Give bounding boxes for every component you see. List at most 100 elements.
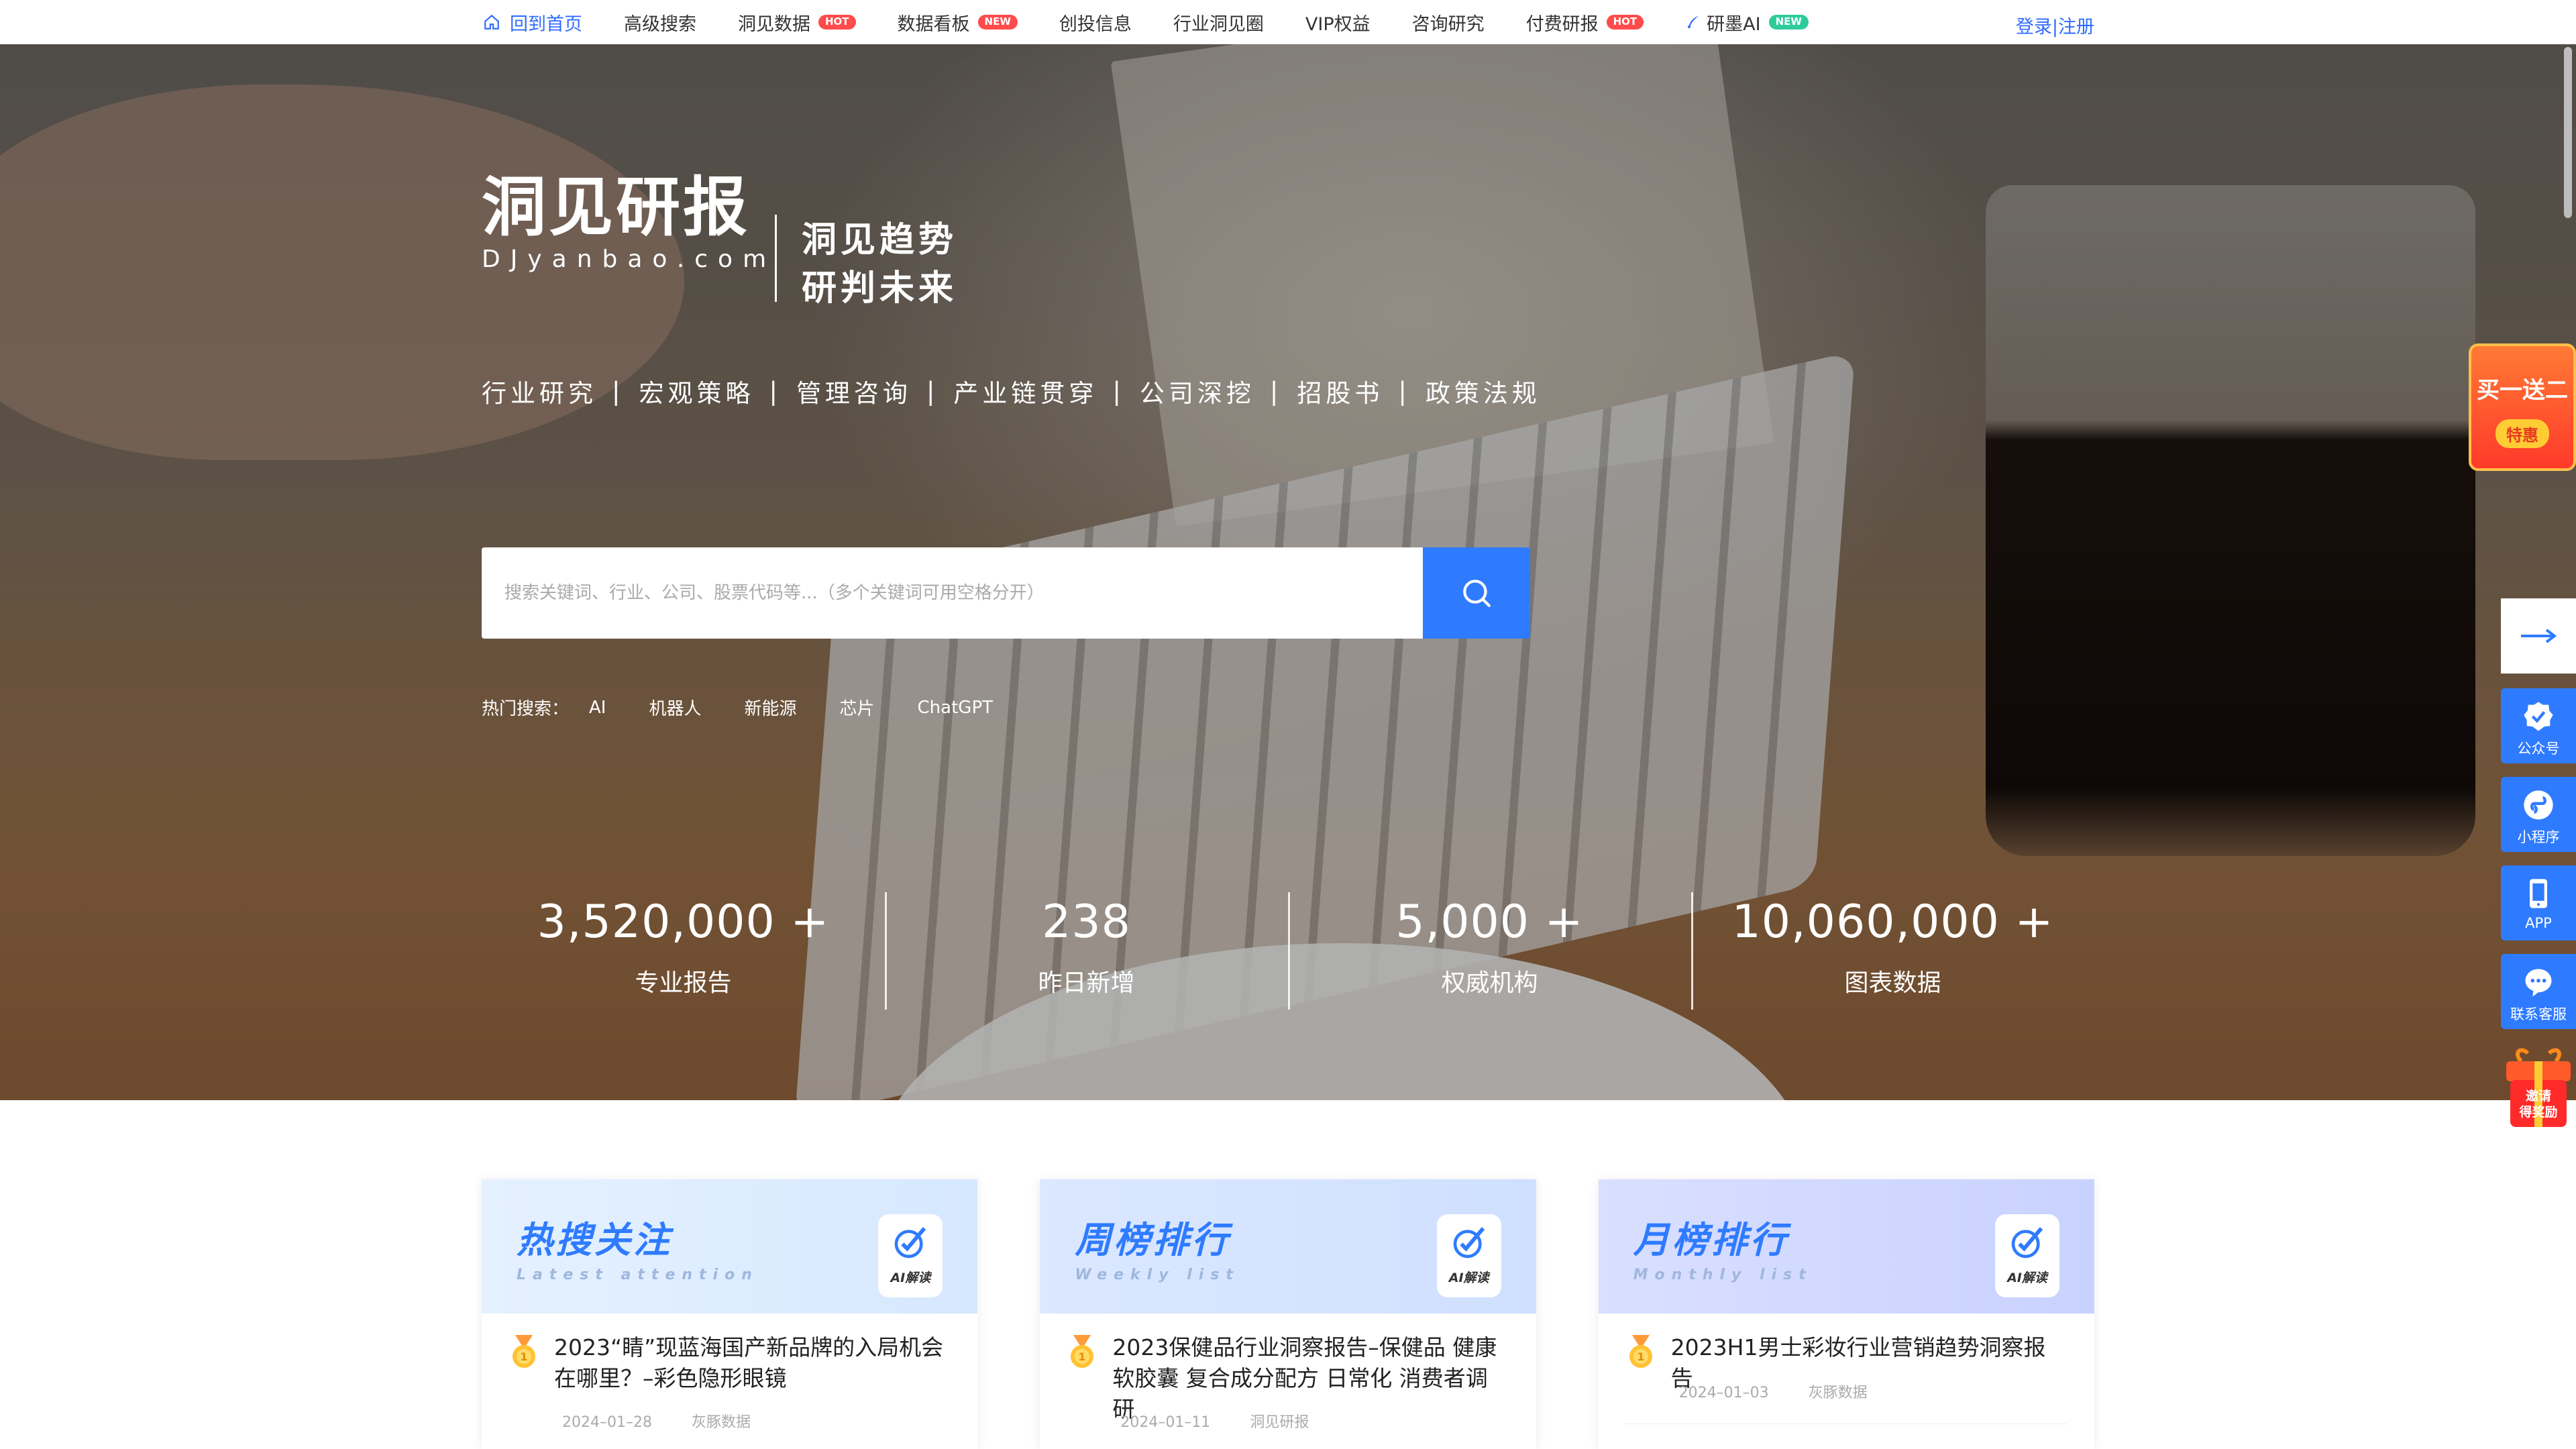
ai-interpret-button[interactable]: AI解读	[878, 1214, 943, 1297]
scrollbar-thumb[interactable]	[2564, 47, 2572, 218]
gift-label: 邀请 得奖励	[2501, 1088, 2576, 1120]
ranking-card-hot: 热搜关注 Latest attention AI解读 1 2023“睛”现蓝海国…	[482, 1179, 978, 1449]
nav-item-consulting[interactable]: 咨询研究	[1412, 9, 1485, 36]
nav-item-advanced-search[interactable]: 高级搜索	[624, 9, 696, 36]
nav-menu: 回到首页 高级搜索 洞见数据 HOT 数据看板 NEW 创投信息 行业洞见圈 V…	[483, 0, 1850, 44]
ranking-card-monthly: 月榜排行 Monthly list AI解读 1 2023H1男士彩妆行业营销趋…	[1598, 1179, 2094, 1449]
card-header: 周榜排行 Weekly list AI解读	[1040, 1179, 1536, 1313]
ai-check-icon	[1453, 1227, 1485, 1258]
promo-badge[interactable]: 买一送二 特惠	[2469, 343, 2576, 471]
nav-item-paid-reports[interactable]: 付费研报 HOT	[1526, 9, 1644, 36]
nav-item-dashboard[interactable]: 数据看板 NEW	[898, 9, 1018, 36]
nav-item-venture[interactable]: 创投信息	[1059, 9, 1132, 36]
stat-label: 权威机构	[1441, 969, 1538, 997]
ai-interpret-button[interactable]: AI解读	[1994, 1214, 2059, 1297]
side-button-label: 小程序	[2517, 829, 2560, 845]
category-link[interactable]: 招股书	[1297, 373, 1383, 409]
search-icon	[1463, 580, 1491, 607]
item-date: 2024–01–03	[1678, 1385, 1769, 1401]
customer-service-button[interactable]: 联系客服	[2501, 954, 2576, 1029]
stats-bar: 3,520,000 + 专业报告 238 昨日新增 5,000 + 权威机构 1…	[482, 892, 2094, 1013]
search-box	[482, 547, 1424, 639]
stat-item: 5,000 + 权威机构	[1288, 892, 1691, 1013]
svg-text:1: 1	[520, 1350, 527, 1363]
nav-item-label: 研墨AI	[1707, 13, 1761, 35]
site-logo[interactable]: 洞见研报 DJyanbao.com	[482, 170, 776, 273]
search-input[interactable]	[503, 582, 1424, 604]
app-button[interactable]: APP	[2501, 865, 2576, 941]
separator: |	[1112, 376, 1125, 406]
logo-divider	[775, 215, 777, 302]
nav-item-data[interactable]: 洞见数据 HOT	[738, 9, 856, 36]
item-source: 灰豚数据	[1808, 1385, 1868, 1401]
search-button[interactable]	[1423, 547, 1530, 639]
ai-interpret-button[interactable]: AI解读	[1436, 1214, 1501, 1297]
separator: |	[1398, 376, 1411, 406]
stat-label: 专业报告	[635, 969, 732, 997]
hot-keyword[interactable]: 机器人	[649, 695, 701, 720]
nav-item-vip[interactable]: VIP权益	[1305, 9, 1371, 36]
hot-keyword[interactable]: AI	[589, 698, 606, 718]
item-title: 2023“睛”现蓝海国产新品牌的入局机会在哪里？–彩色隐形眼镜	[554, 1334, 944, 1391]
category-link[interactable]: 公司深挖	[1140, 373, 1255, 409]
wechat-official-button[interactable]: 公众号	[2501, 688, 2576, 763]
category-link[interactable]: 政策法规	[1426, 373, 1541, 409]
ai-badge-label: AI解读	[2007, 1271, 2047, 1285]
category-link[interactable]: 管理咨询	[796, 373, 912, 409]
category-link[interactable]: 宏观策略	[639, 373, 754, 409]
arrow-right-icon	[2521, 629, 2557, 643]
stat-item: 10,060,000 + 图表数据	[1691, 892, 2094, 1013]
card-header: 热搜关注 Latest attention AI解读	[482, 1179, 978, 1313]
logo-slogan: 洞见趋势 研判未来	[802, 216, 957, 313]
nav-item-industry-circle[interactable]: 行业洞见圈	[1173, 9, 1264, 36]
hot-keyword[interactable]: ChatGPT	[918, 698, 993, 718]
stat-label: 昨日新增	[1038, 969, 1135, 997]
category-link[interactable]: 产业链贯穿	[953, 373, 1097, 409]
stat-value: 5,000 +	[1395, 896, 1584, 949]
side-button-label: 联系客服	[2510, 1006, 2567, 1022]
stat-item: 3,520,000 + 专业报告	[482, 892, 885, 1013]
svg-text:1: 1	[1637, 1350, 1644, 1363]
invite-reward-button[interactable]: 邀请 得奖励	[2501, 1044, 2576, 1131]
card-subtitle: Weekly list	[1075, 1267, 1240, 1283]
new-badge: NEW	[977, 15, 1018, 30]
stat-value: 10,060,000 +	[1731, 896, 2054, 949]
hot-search-label: 热门搜索：	[482, 699, 570, 719]
card-title: 月榜排行	[1633, 1219, 1789, 1261]
slogan-line: 洞见趋势	[802, 220, 958, 260]
home-icon	[484, 14, 499, 30]
hot-keyword[interactable]: 新能源	[745, 695, 797, 720]
card-subtitle: Monthly list	[1633, 1267, 1813, 1283]
separator: |	[926, 376, 939, 406]
collapse-sidebar-button[interactable]	[2501, 598, 2576, 674]
hot-badge: HOT	[818, 15, 856, 30]
side-button-label: APP	[2525, 915, 2552, 931]
category-links: 行业研究 | 宏观策略 | 管理咨询 | 产业链贯穿 | 公司深挖 | 招股书 | 政策法规	[482, 373, 1541, 409]
gold-medal-icon: 1	[513, 1335, 535, 1368]
login-register-link[interactable]: 登录|注册	[2016, 12, 2094, 38]
item-meta: 2024–01–11 洞见研报	[1120, 1410, 1344, 1432]
nav-item-home[interactable]: 回到首页	[483, 9, 582, 36]
item-meta: 2024–01–28 灰豚数据	[562, 1410, 786, 1432]
stat-label: 图表数据	[1844, 969, 1941, 997]
phone-icon	[2530, 879, 2547, 908]
nav-item-yanmo-ai[interactable]: 研墨AI NEW	[1685, 9, 1809, 36]
card-title: 热搜关注	[517, 1219, 672, 1261]
gold-medal-icon: 1	[1071, 1335, 1094, 1368]
mini-program-button[interactable]: 小程序	[2501, 777, 2576, 852]
item-source: 洞见研报	[1250, 1414, 1309, 1431]
nav-item-label: 创投信息	[1059, 13, 1132, 35]
card-title: 周榜排行	[1075, 1219, 1231, 1261]
separator: |	[612, 376, 625, 406]
list-item[interactable]: 1 2023“睛”现蓝海国产新品牌的入局机会在哪里？–彩色隐形眼镜	[508, 1332, 951, 1394]
separator: |	[1269, 376, 1283, 406]
hot-keyword[interactable]: 芯片	[840, 695, 875, 720]
logo-domain: DJyanbao.com	[482, 246, 777, 273]
separator: |	[769, 376, 782, 406]
stat-value: 238	[1042, 896, 1131, 949]
stat-value: 3,520,000 +	[537, 896, 830, 949]
category-link[interactable]: 行业研究	[482, 373, 597, 409]
hot-search: 热门搜索： AI 机器人 新能源 芯片 ChatGPT	[482, 695, 1036, 720]
mini-program-icon	[2524, 790, 2553, 820]
promo-tag: 特惠	[2496, 419, 2549, 448]
